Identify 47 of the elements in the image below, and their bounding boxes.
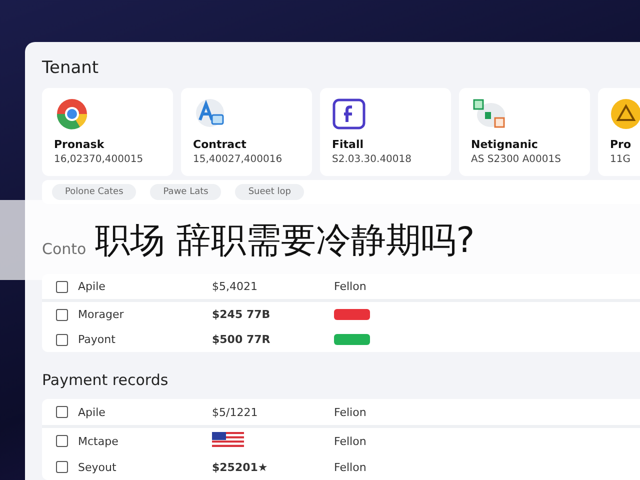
summary-card[interactable]: Netignanic AS S2300 A0001S	[459, 88, 590, 176]
card-value: 16,02370,400015	[54, 154, 144, 165]
summary-card[interactable]: Fitall S2.03.30.40018	[320, 88, 451, 176]
table-cell-text: $245 77B	[212, 308, 272, 321]
table-cell-text: Apile	[78, 280, 106, 293]
checkbox[interactable]	[56, 334, 68, 346]
table-cell-text: Fellon	[334, 460, 368, 474]
checkbox[interactable]	[56, 406, 68, 418]
card-title: Contract	[193, 138, 248, 151]
filter-chip[interactable]: Sueet lop	[235, 184, 304, 200]
table-cell-text: Mctape	[78, 434, 120, 448]
summary-card[interactable]: Contract 15,40027,400016	[181, 88, 312, 176]
checkbox[interactable]	[56, 280, 68, 292]
checkbox[interactable]	[56, 461, 68, 473]
table-cell-text: $5/1221	[212, 406, 259, 418]
card-value: AS S2300 A0001S	[471, 154, 562, 165]
table-cell-text: Seyout	[78, 460, 118, 474]
table-cell-text: $5,4021	[212, 280, 258, 293]
summary-card[interactable]: Pronask 16,02370,400015	[42, 88, 173, 176]
ring-logo-icon	[54, 98, 90, 130]
summary-card[interactable]: Pro 11G	[598, 88, 640, 176]
checkbox[interactable]	[56, 308, 68, 320]
table-cell-text: Fellon	[334, 280, 368, 293]
section-title: Conto	[42, 240, 86, 258]
table-cell-text: Fellon	[334, 434, 368, 448]
letter-f-icon	[332, 98, 368, 130]
section-title: Payment records	[42, 371, 168, 389]
card-value: 11G	[610, 154, 632, 165]
table-cell-text: Felion	[334, 406, 368, 418]
section-title: Tenant	[42, 58, 100, 78]
card-title: Netignanic	[471, 138, 539, 151]
table-cell-text: Payont	[78, 333, 116, 346]
card-title: Pro	[610, 138, 632, 151]
table-cell-text: $25201★	[212, 460, 269, 474]
table-cell-text: $500 77R	[212, 333, 272, 346]
table-cell-text: Morager	[78, 308, 125, 321]
checkbox[interactable]	[56, 435, 68, 447]
warning-icon	[610, 98, 640, 130]
caption-text: 职场 辞职需要冷静期吗?	[95, 220, 475, 262]
filter-chip[interactable]: Pawe Lats	[150, 184, 222, 200]
filter-chip[interactable]: Polone Cates	[52, 184, 136, 200]
card-value: S2.03.30.40018	[332, 154, 413, 165]
card-value: 15,40027,400016	[193, 154, 284, 165]
chat-tiles-icon	[471, 98, 507, 130]
table-cell-text: Apile	[78, 406, 106, 418]
card-title: Pronask	[54, 138, 106, 151]
card-title: Fitall	[332, 138, 365, 151]
